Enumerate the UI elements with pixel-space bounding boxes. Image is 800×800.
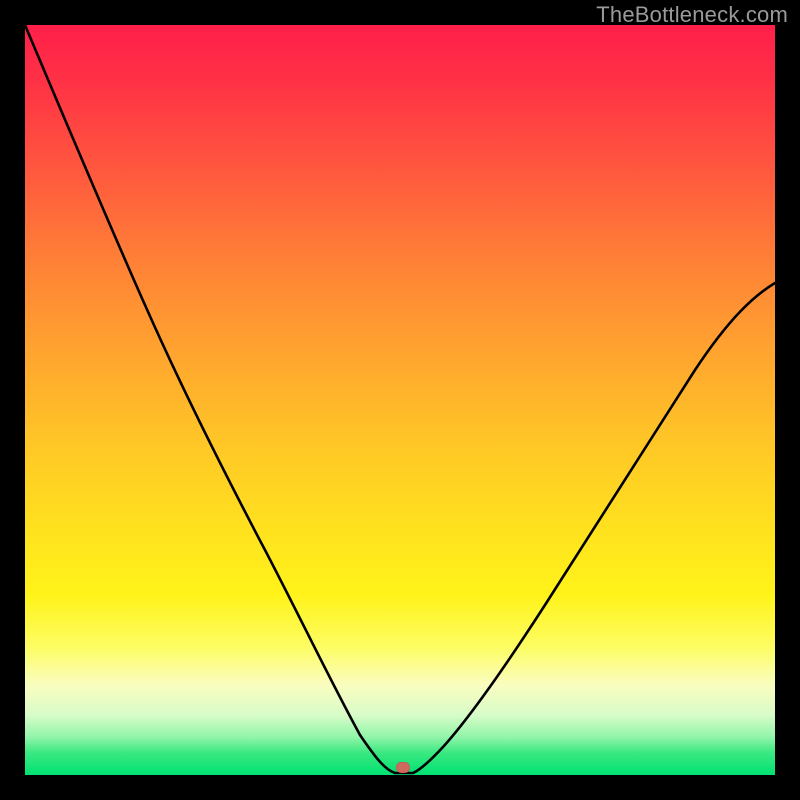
chart-frame: TheBottleneck.com <box>0 0 800 800</box>
curve-svg <box>25 25 775 775</box>
bottleneck-curve-path <box>25 25 775 773</box>
plot-area <box>25 25 775 775</box>
optimum-marker <box>396 762 410 773</box>
